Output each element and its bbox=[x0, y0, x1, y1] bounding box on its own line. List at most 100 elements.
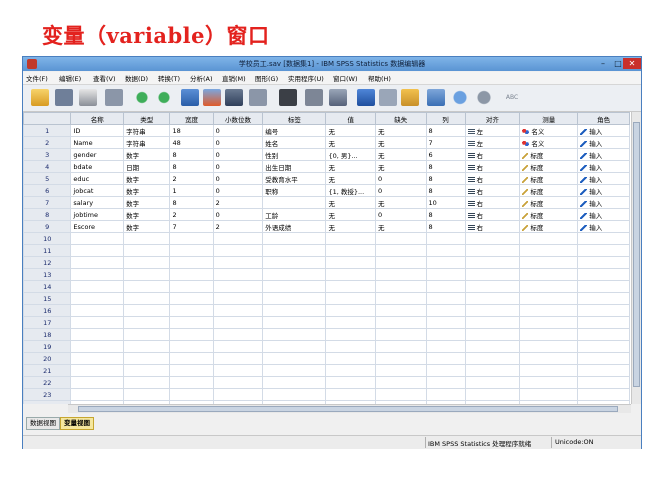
cell-name[interactable]: bdate bbox=[70, 160, 125, 173]
empty-cell[interactable] bbox=[519, 280, 579, 293]
cell-columns[interactable]: 8 bbox=[425, 220, 466, 233]
variables-icon[interactable] bbox=[225, 89, 243, 106]
empty-cell[interactable] bbox=[212, 268, 264, 281]
column-header[interactable]: 类型 bbox=[123, 112, 171, 125]
empty-cell[interactable] bbox=[262, 292, 327, 305]
cell-type[interactable]: 数字 bbox=[123, 184, 171, 197]
insert-variable-icon[interactable] bbox=[305, 89, 323, 106]
title-bar[interactable]: 学校员工.sav [数据集1] - IBM SPSS Statistics 数据… bbox=[23, 57, 641, 71]
empty-cell[interactable] bbox=[577, 328, 630, 341]
cell-name[interactable]: salary bbox=[70, 196, 125, 209]
empty-cell[interactable] bbox=[519, 292, 579, 305]
vertical-scroll-thumb[interactable] bbox=[633, 122, 640, 387]
cell-role[interactable]: 输入 bbox=[577, 220, 630, 233]
empty-cell[interactable] bbox=[262, 304, 327, 317]
goto-case-icon[interactable] bbox=[181, 89, 199, 106]
cell-missing[interactable]: 无 bbox=[374, 148, 427, 161]
empty-cell[interactable] bbox=[519, 328, 579, 341]
table-row[interactable]: 11 bbox=[23, 244, 630, 257]
cell-label[interactable]: 受教育水平 bbox=[262, 172, 327, 185]
cell-type[interactable]: 字符串 bbox=[123, 136, 171, 149]
menu-edit[interactable]: 编辑(E) bbox=[59, 73, 81, 83]
row-number[interactable]: 4 bbox=[23, 160, 72, 173]
cell-align[interactable]: 右 bbox=[464, 184, 521, 197]
table-row[interactable]: 2 Name 字符串 48 0 姓名 无 无 7 左 名义 输入 bbox=[23, 136, 630, 149]
cell-align[interactable]: 右 bbox=[464, 172, 521, 185]
empty-cell[interactable] bbox=[123, 364, 171, 377]
empty-cell[interactable] bbox=[262, 376, 327, 389]
empty-cell[interactable] bbox=[425, 232, 466, 245]
cell-measure[interactable]: 标度 bbox=[519, 184, 579, 197]
empty-cell[interactable] bbox=[519, 304, 579, 317]
cell-columns[interactable]: 8 bbox=[425, 160, 466, 173]
cell-missing[interactable]: 无 bbox=[374, 124, 427, 137]
empty-cell[interactable] bbox=[262, 256, 327, 269]
empty-cell[interactable] bbox=[425, 280, 466, 293]
empty-cell[interactable] bbox=[262, 280, 327, 293]
empty-cell[interactable] bbox=[123, 340, 171, 353]
redo-icon[interactable] bbox=[155, 89, 173, 106]
empty-cell[interactable] bbox=[70, 292, 125, 305]
cell-decimals[interactable]: 2 bbox=[212, 220, 264, 233]
cell-align[interactable]: 右 bbox=[464, 208, 521, 221]
empty-cell[interactable] bbox=[325, 256, 376, 269]
empty-cell[interactable] bbox=[577, 304, 630, 317]
open-file-icon[interactable] bbox=[31, 89, 49, 106]
cell-missing[interactable]: 0 bbox=[374, 184, 427, 197]
row-number[interactable]: 12 bbox=[23, 256, 72, 269]
empty-cell[interactable] bbox=[374, 316, 427, 329]
table-row[interactable]: 5 educ 数字 2 0 受教育水平 无 0 8 右 标度 输入 bbox=[23, 172, 630, 185]
empty-cell[interactable] bbox=[70, 352, 125, 365]
empty-cell[interactable] bbox=[325, 244, 376, 257]
empty-cell[interactable] bbox=[425, 340, 466, 353]
cell-type[interactable]: 数字 bbox=[123, 208, 171, 221]
goto-variable-icon[interactable] bbox=[203, 89, 221, 106]
column-header[interactable]: 列 bbox=[425, 112, 466, 125]
cell-width[interactable]: 2 bbox=[169, 172, 214, 185]
empty-cell[interactable] bbox=[262, 340, 327, 353]
use-sets-icon[interactable] bbox=[427, 89, 445, 106]
empty-cell[interactable] bbox=[212, 364, 264, 377]
empty-cell[interactable] bbox=[519, 232, 579, 245]
cell-width[interactable]: 1 bbox=[169, 184, 214, 197]
empty-cell[interactable] bbox=[577, 352, 630, 365]
column-header[interactable]: 小数位数 bbox=[212, 112, 264, 125]
empty-cell[interactable] bbox=[325, 280, 376, 293]
column-header[interactable]: 角色 bbox=[577, 112, 630, 125]
empty-cell[interactable] bbox=[212, 316, 264, 329]
empty-cell[interactable] bbox=[212, 232, 264, 245]
empty-cell[interactable] bbox=[123, 232, 171, 245]
empty-cell[interactable] bbox=[262, 352, 327, 365]
empty-cell[interactable] bbox=[464, 328, 521, 341]
table-row[interactable]: 17 bbox=[23, 316, 630, 329]
cell-measure[interactable]: 标度 bbox=[519, 172, 579, 185]
empty-cell[interactable] bbox=[464, 232, 521, 245]
cell-decimals[interactable]: 0 bbox=[212, 184, 264, 197]
empty-cell[interactable] bbox=[425, 352, 466, 365]
cell-type[interactable]: 字符串 bbox=[123, 124, 171, 137]
menu-file[interactable]: 文件(F) bbox=[26, 73, 48, 83]
save-icon[interactable] bbox=[55, 89, 73, 106]
row-number[interactable]: 20 bbox=[23, 352, 72, 365]
cell-name[interactable]: Escore bbox=[70, 220, 125, 233]
empty-cell[interactable] bbox=[70, 364, 125, 377]
empty-cell[interactable] bbox=[70, 304, 125, 317]
empty-cell[interactable] bbox=[169, 232, 214, 245]
empty-cell[interactable] bbox=[425, 328, 466, 341]
empty-cell[interactable] bbox=[374, 292, 427, 305]
table-row[interactable]: 14 bbox=[23, 280, 630, 293]
cell-type[interactable]: 日期 bbox=[123, 160, 171, 173]
row-number[interactable]: 17 bbox=[23, 316, 72, 329]
empty-cell[interactable] bbox=[325, 292, 376, 305]
table-row[interactable]: 23 bbox=[23, 388, 630, 401]
column-header[interactable]: 缺失 bbox=[374, 112, 427, 125]
empty-cell[interactable] bbox=[262, 388, 327, 401]
cell-values[interactable]: 无 bbox=[325, 136, 376, 149]
cell-missing[interactable]: 0 bbox=[374, 172, 427, 185]
empty-cell[interactable] bbox=[70, 244, 125, 257]
horizontal-scrollbar[interactable] bbox=[68, 404, 631, 413]
table-row[interactable]: 20 bbox=[23, 352, 630, 365]
empty-cell[interactable] bbox=[425, 316, 466, 329]
cell-decimals[interactable]: 0 bbox=[212, 208, 264, 221]
empty-cell[interactable] bbox=[169, 316, 214, 329]
